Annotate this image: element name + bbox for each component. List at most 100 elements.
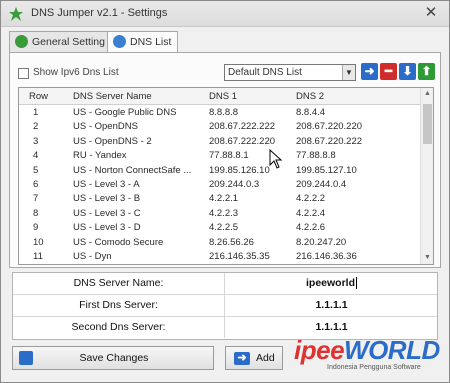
gear-icon	[15, 35, 28, 48]
tab-label: General Setting	[32, 36, 105, 48]
row-number: 3	[33, 135, 39, 147]
column-header-dns2[interactable]: DNS 2	[296, 91, 324, 102]
row-number: 11	[33, 251, 43, 262]
row-number: 1	[33, 107, 39, 118]
show-ipv6-checkbox[interactable]	[18, 68, 29, 79]
chevron-down-icon[interactable]: ▼	[342, 65, 355, 80]
dns-list-select[interactable]: Default DNS List ▼	[224, 64, 356, 81]
dns-list-panel: Show Ipv6 Dns List Default DNS List ▼ ➜ …	[9, 52, 441, 268]
dns1-value: 4.2.2.5	[209, 222, 239, 234]
watermark-logo-text: ipeeWORLD	[294, 335, 440, 365]
dns-server-name-field[interactable]: ipeeworld	[226, 273, 437, 294]
save-changes-button[interactable]: Save Changes	[12, 346, 214, 370]
column-header-name[interactable]: DNS Server Name	[73, 91, 152, 102]
table-row[interactable]: 1 US - Google Public DNS 8.8.8.8 8.8.4.4	[19, 107, 421, 118]
vertical-scrollbar[interactable]: ▲ ▼	[420, 88, 433, 264]
settings-window: DNS Jumper v2.1 - Settings ✕ General Set…	[0, 0, 450, 383]
form-row-name: DNS Server Name: ipeeworld	[13, 273, 437, 295]
table-row[interactable]: 10 US - Comodo Secure 8.26.56.26 8.20.247.2…	[19, 237, 421, 248]
table-row[interactable]: 3 US - OpenDNS - 2 208.67.222.220 208.67.22…	[19, 136, 421, 147]
dns-server-name: US - Level 3 - B	[73, 193, 141, 205]
column-header-row[interactable]: Row	[29, 91, 48, 102]
dns-entry-form: DNS Server Name: ipeeworld First Dns Ser…	[12, 272, 438, 340]
table-row[interactable]: 2 US - OpenDNS 208.67.222.222 208.67.220.22…	[19, 121, 421, 132]
table-row[interactable]: 11 US - Dyn 216.146.35.35 216.146.36.36	[19, 251, 421, 262]
scroll-down-icon[interactable]: ▼	[421, 252, 433, 264]
dns-list-select-value: Default DNS List	[228, 67, 302, 78]
table-row[interactable]: 8 US - Level 3 - C 4.2.2.3 4.2.2.4	[19, 208, 421, 219]
first-dns-server-field[interactable]: 1.1.1.1	[226, 295, 437, 316]
dns1-value: 209.244.0.3	[209, 179, 260, 190]
second-dns-server-label: Second Dns Server:	[13, 317, 225, 338]
watermark-tagline: Indonesia Pengguna Software	[327, 364, 421, 371]
table-row[interactable]: 5 US - Norton ConnectSafe ... 199.85.126.1…	[19, 165, 421, 176]
table-row[interactable]: 6 US - Level 3 - A 209.244.0.3 209.244.0.4	[19, 179, 421, 190]
dns1-value: 4.2.2.1	[209, 193, 239, 205]
title-bar: DNS Jumper v2.1 - Settings ✕	[1, 1, 449, 27]
add-button[interactable]: ➜ Add	[225, 346, 283, 370]
column-header-dns1[interactable]: DNS 1	[209, 91, 237, 102]
dns-server-name-label: DNS Server Name:	[13, 273, 225, 294]
arrow-up-icon: ⬆	[421, 64, 432, 78]
dns2-value: 208.67.220.220	[296, 121, 363, 133]
dns-server-name: US - Level 3 - C	[73, 207, 141, 219]
arrow-right-icon: ➜	[234, 352, 250, 365]
tab-bar: General Setting DNS List	[9, 31, 439, 54]
row-number: 4	[33, 150, 39, 162]
dns2-value: 8.8.4.4	[296, 107, 326, 118]
dns-server-name: US - Level 3 - D	[73, 222, 141, 234]
dns1-value: 216.146.35.35	[209, 251, 270, 262]
move-right-button[interactable]: ➜	[361, 63, 378, 80]
dns1-value: 8.26.56.26	[209, 236, 254, 248]
dns-server-name: US - OpenDNS	[73, 121, 138, 133]
mouse-cursor-icon	[269, 149, 283, 169]
move-down-button[interactable]: ⬇	[399, 63, 416, 80]
arrow-right-icon: ➜	[364, 64, 375, 78]
dns1-value: 77.88.8.1	[209, 150, 249, 162]
dns2-value: 199.85.127.10	[296, 164, 357, 176]
dns-server-table[interactable]: Row DNS Server Name DNS 1 DNS 2 1 US - Go…	[18, 87, 434, 265]
globe-icon	[113, 35, 126, 48]
dns-server-name: US - Comodo Secure	[73, 236, 164, 248]
arrow-down-icon: ⬇	[402, 64, 413, 78]
save-changes-label: Save Changes	[79, 352, 149, 364]
minus-icon: ━	[384, 64, 393, 78]
form-row-first: First Dns Server: 1.1.1.1	[13, 295, 437, 317]
row-number: 6	[33, 179, 39, 190]
dns2-value: 216.146.36.36	[296, 251, 357, 262]
table-row[interactable]: 7 US - Level 3 - B 4.2.2.1 4.2.2.2	[19, 193, 421, 204]
dns2-value: 4.2.2.2	[296, 193, 326, 205]
dns-server-name: US - Level 3 - A	[73, 179, 140, 190]
dns-server-name: US - Google Public DNS	[73, 107, 177, 118]
dns2-value: 208.67.220.222	[296, 135, 363, 147]
row-number: 10	[33, 236, 44, 248]
dns2-value: 209.244.0.4	[296, 179, 347, 190]
row-number: 8	[33, 207, 39, 219]
ipeeworld-watermark-logo: ipeeWORLD Indonesia Pengguna Software	[280, 335, 444, 375]
tab-label: DNS List	[130, 36, 172, 48]
window-title: DNS Jumper v2.1 - Settings	[31, 7, 168, 19]
dns-server-name: RU - Yandex	[73, 150, 127, 162]
table-header: Row DNS Server Name DNS 1 DNS 2	[19, 88, 421, 105]
dns2-value: 77.88.8.8	[296, 150, 336, 162]
dns-server-name: US - Dyn	[73, 251, 112, 262]
move-up-button[interactable]: ⬆	[418, 63, 435, 80]
dns-server-name-value: ipeeworld	[305, 277, 355, 289]
delete-button[interactable]: ━	[380, 63, 397, 80]
row-number: 2	[33, 121, 39, 133]
scroll-up-icon[interactable]: ▲	[421, 88, 433, 100]
tab-dns-list[interactable]: DNS List	[107, 31, 179, 54]
table-row[interactable]: 4 RU - Yandex 77.88.8.1 77.88.8.8	[19, 150, 421, 161]
tab-general-setting[interactable]: General Setting	[9, 31, 112, 53]
row-number: 5	[33, 164, 39, 176]
scroll-thumb[interactable]	[423, 104, 432, 144]
dns1-value: 199.85.126.10	[209, 164, 270, 176]
dns1-value: 4.2.2.3	[209, 207, 239, 219]
text-caret	[356, 277, 357, 290]
show-ipv6-label: Show Ipv6 Dns List	[33, 67, 119, 78]
close-button[interactable]: ✕	[421, 4, 441, 22]
table-row[interactable]: 9 US - Level 3 - D 4.2.2.5 4.2.2.6	[19, 222, 421, 233]
dns-jumper-app-icon	[9, 7, 23, 21]
row-number: 9	[33, 222, 39, 234]
dns-server-name: US - Norton ConnectSafe ...	[73, 164, 192, 176]
